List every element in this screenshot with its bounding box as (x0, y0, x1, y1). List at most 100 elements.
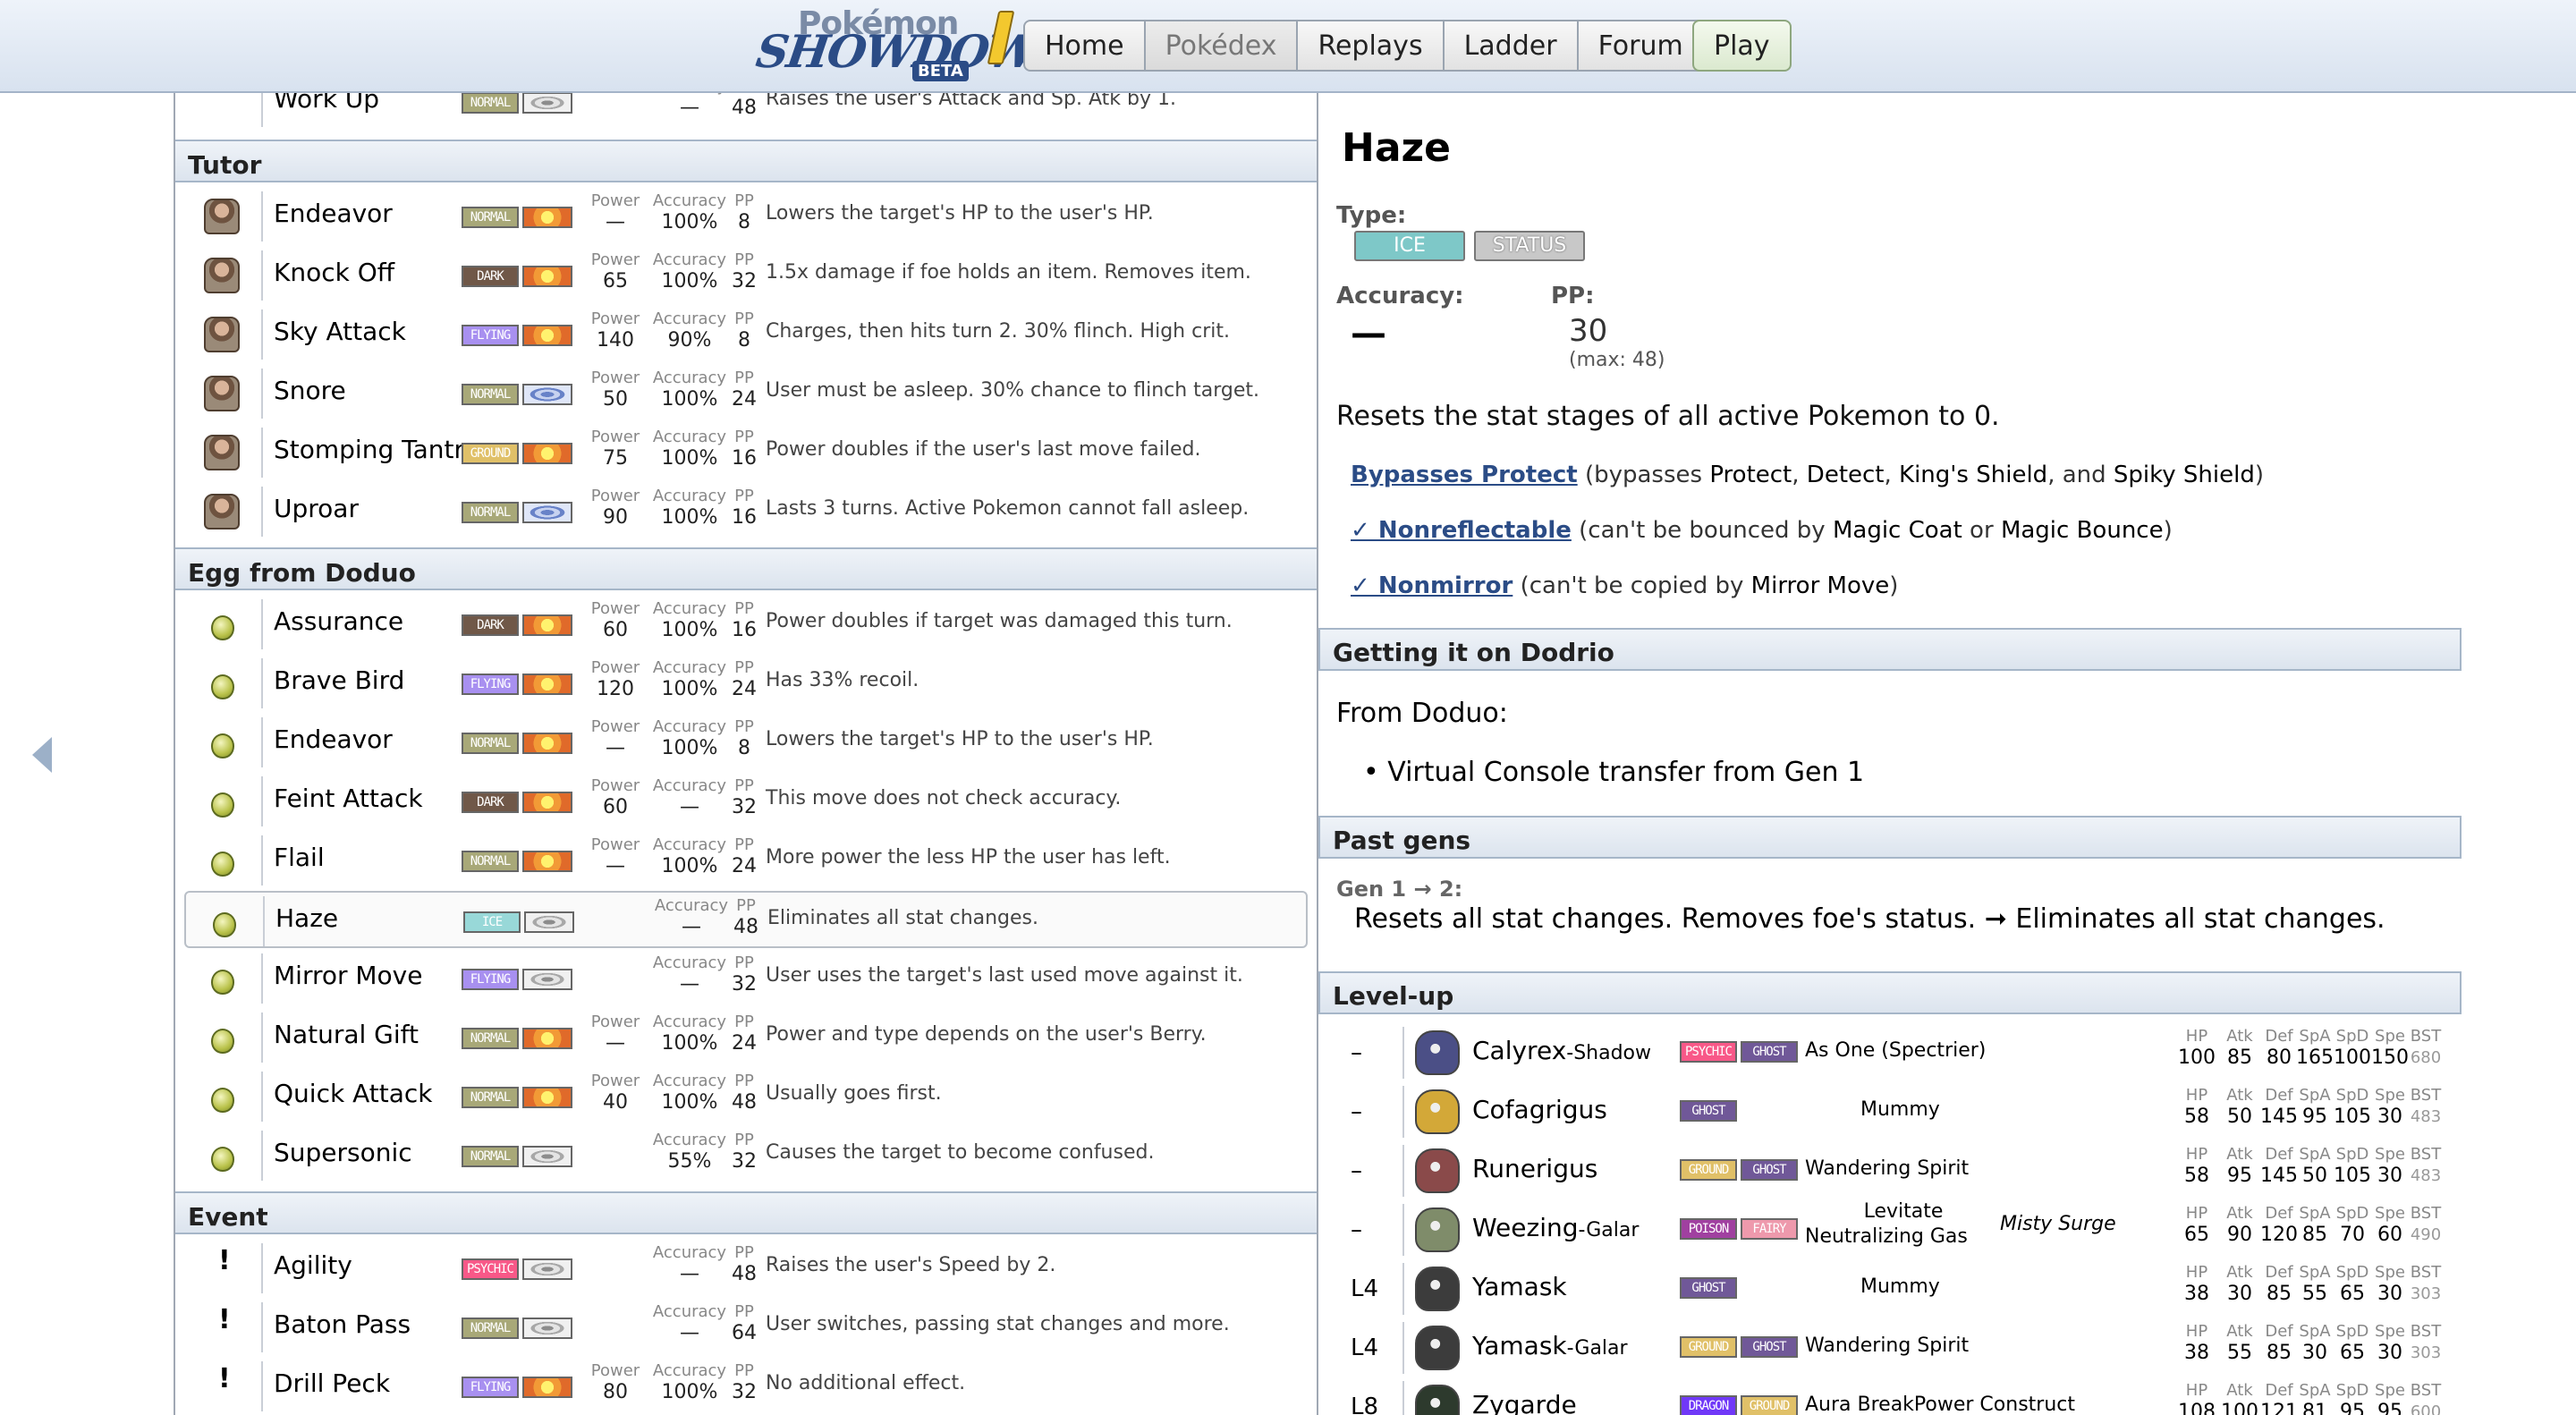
pokemon-name[interactable]: Yamask-Galar (1472, 1331, 1628, 1360)
power-column: Power — (589, 717, 642, 760)
pokemon-name[interactable]: Cofagrigus (1472, 1095, 1607, 1124)
move-row-work-up[interactable]: Work Up NORMAL Accuracy—PP48 Raises the use… (184, 93, 1308, 131)
showdown-logo[interactable]: Pokémon SHOWDOWN BETA (753, 5, 1079, 86)
move-name[interactable]: Knock Off (274, 258, 394, 287)
stat-label: SpD (2335, 1263, 2369, 1282)
stat-label: Def (2265, 1027, 2293, 1046)
type-badge: NORMAL (462, 93, 519, 114)
move-row-quick-attack[interactable]: Quick Attack NORMAL Power 40 Accuracy 100% PP 4… (184, 1068, 1308, 1125)
stat-hp: HP 100 (2177, 1027, 2216, 1070)
ability: Wandering Spirit (1805, 1157, 1970, 1180)
move-row-haze[interactable]: Haze ICE Accuracy — PP 48 Eliminates all stat … (184, 891, 1308, 948)
move-row-brave-bird[interactable]: Brave Bird FLYING Power 120 Accuracy 100% PP 24… (184, 655, 1308, 712)
pokemon-row-weezing-galar[interactable]: – Weezing-Galar POISON FAIRY Levitate Neutral… (1336, 1200, 2463, 1259)
stat-label: Atk (2226, 1145, 2253, 1164)
move-row-baton-pass[interactable]: ! Baton Pass NORMAL Accuracy — PP 64 User switc… (184, 1299, 1308, 1356)
stat-value: 80 (2267, 1046, 2292, 1069)
move-name[interactable]: Supersonic (274, 1138, 412, 1167)
move-name[interactable]: Uproar (274, 494, 359, 523)
pp-value: 32 (732, 1150, 757, 1173)
power-label: Power (590, 369, 640, 387)
move-name[interactable]: Haze (275, 903, 338, 933)
stat-spd: SpD 65 (2333, 1263, 2372, 1306)
move-name[interactable]: Quick Attack (274, 1079, 432, 1108)
nav-replays[interactable]: Replays (1296, 20, 1445, 72)
accuracy-column: Accuracy 100% (649, 1361, 730, 1404)
move-name[interactable]: Brave Bird (274, 665, 404, 695)
move-row-endeavor[interactable]: Endeavor NORMAL Power — Accuracy 100% PP 8 Lower… (184, 714, 1308, 771)
move-row-uproar[interactable]: Uproar NORMAL Power 90 Accuracy 100% PP 16 Lasts… (184, 483, 1308, 540)
move-row-stomping-tantrum[interactable]: Stomping Tantrum GROUND Power 75 Accuracy 100… (184, 424, 1308, 481)
move-row-snore[interactable]: Snore NORMAL Power 50 Accuracy 100% PP 24 User m… (184, 365, 1308, 422)
type-badge: NORMAL (462, 1028, 519, 1049)
move-name[interactable]: Endeavor (274, 199, 393, 228)
pokemon-row-calyrex-shadow[interactable]: – Calyrex-Shadow PSYCHIC GHOST As One (Spect… (1336, 1023, 2463, 1082)
pokemon-row-cofagrigus[interactable]: – Cofagrigus GHOST Mummy HP 58 Atk 50 Def 145 SpA 9… (1336, 1082, 2463, 1141)
move-name[interactable]: Snore (274, 376, 346, 405)
move-name[interactable]: Agility (274, 1250, 352, 1280)
pokemon-row-runerigus[interactable]: – Runerigus GROUND GHOST Wandering Spirit HP 5… (1336, 1141, 2463, 1200)
type-badge-ice[interactable]: ICE (1354, 231, 1465, 261)
pokemon-name[interactable]: Zygarde (1472, 1390, 1577, 1415)
move-row-natural-gift[interactable]: Natural Gift NORMAL Power — Accuracy 100% PP 24… (184, 1009, 1308, 1066)
move-name[interactable]: Mirror Move (274, 961, 422, 990)
move-name[interactable]: Work Up (274, 93, 379, 114)
hidden-ability: Misty Surge (2000, 1213, 2116, 1235)
move-row-mirror-move[interactable]: Mirror Move FLYING Accuracy — PP 32 User uses … (184, 950, 1308, 1007)
move-row-drill-peck[interactable]: ! Drill Peck FLYING Power 80 Accuracy 100% PP 32… (184, 1358, 1308, 1415)
stat-spe: Spe 150 (2370, 1027, 2410, 1070)
pp-column: PP 32 (728, 1361, 760, 1404)
pokemon-row-yamask[interactable]: L4 Yamask GHOST Mummy HP 38 Atk 30 Def 85 SpA 55 SpD… (1336, 1259, 2463, 1318)
move-name[interactable]: Drill Peck (274, 1368, 390, 1398)
pp-value: 24 (732, 855, 757, 877)
move-row-feint-attack[interactable]: Feint Attack DARK Power 60 Accuracy — PP 32 This… (184, 773, 1308, 830)
stat-label: HP (2185, 1322, 2208, 1341)
stat-hp: HP 58 (2177, 1086, 2216, 1129)
pokemon-row-zygarde[interactable]: L8 Zygarde DRAGON GROUND Aura BreakPower Con… (1336, 1377, 2463, 1415)
move-row-agility[interactable]: ! Agility PSYCHIC Accuracy — PP 48 Raises the u… (184, 1240, 1308, 1297)
pokemon-name[interactable]: Weezing-Galar (1472, 1213, 1639, 1242)
nav-forum[interactable]: Forum (1576, 20, 1705, 72)
move-row-assurance[interactable]: Assurance DARK Power 60 Accuracy 100% PP 16 Powe… (184, 596, 1308, 653)
move-row-sky-attack[interactable]: Sky Attack FLYING Power 140 Accuracy 90% PP 8 Ch… (184, 306, 1308, 363)
move-name[interactable]: Baton Pass (274, 1309, 411, 1339)
pp-value: 64 (732, 1322, 757, 1344)
move-row-knock-off[interactable]: Knock Off DARK Power 65 Accuracy 100% PP 32 1.5x… (184, 247, 1308, 304)
stat-spe: Spe 60 (2370, 1204, 2410, 1247)
move-name[interactable]: Flail (274, 843, 325, 872)
flag-link-nonreflectable[interactable]: ✓ Nonreflectable (1351, 517, 1572, 544)
play-button[interactable]: Play (1692, 20, 1792, 72)
section-header-level-up: Level-up (1318, 971, 2462, 1014)
move-name[interactable]: Endeavor (274, 724, 393, 754)
pokemon-name[interactable]: Runerigus (1472, 1154, 1597, 1183)
nav-ladder[interactable]: Ladder (1442, 20, 1579, 72)
flag-link-bypasses-protect[interactable]: Bypasses Protect (1351, 462, 1578, 488)
stat-label: SpD (2335, 1027, 2369, 1046)
accuracy-column: Accuracy— (649, 1302, 730, 1345)
nav-home[interactable]: Home (1023, 20, 1146, 72)
type-badge: GROUND (1680, 1159, 1737, 1181)
move-name[interactable]: Natural Gift (274, 1020, 419, 1049)
back-arrow-icon[interactable] (32, 737, 52, 773)
pokemon-name[interactable]: Yamask (1472, 1272, 1567, 1301)
pokemon-name[interactable]: Calyrex-Shadow (1472, 1036, 1651, 1065)
move-row-flail[interactable]: Flail NORMAL Power — Accuracy 100% PP 24 More po… (184, 832, 1308, 889)
stat-value: 55 (2302, 1283, 2327, 1305)
move-name[interactable]: Feint Attack (274, 784, 423, 813)
move-row-supersonic[interactable]: Supersonic NORMAL Accuracy 55% PP 32 Causes th… (184, 1127, 1308, 1184)
nav-pokedex[interactable]: Pokédex (1143, 20, 1299, 72)
stat-atk: Atk 100 (2220, 1381, 2259, 1415)
move-row-endeavor[interactable]: Endeavor NORMAL Power — Accuracy 100% PP 8 Lower… (184, 188, 1308, 245)
stat-spe: Spe 95 (2370, 1381, 2410, 1415)
pp-value: 48 (733, 916, 758, 938)
accuracy-value: 100% (661, 855, 718, 877)
move-name[interactable]: Sky Attack (274, 317, 406, 346)
pp-value: 30 (1569, 313, 1608, 349)
flag-link-nonmirror[interactable]: ✓ Nonmirror (1351, 572, 1513, 599)
category-badge-status[interactable]: STATUS (1474, 231, 1585, 261)
move-desc: 1.5x damage if foe holds an item. Remove… (766, 261, 1251, 284)
power-label: Power (590, 599, 640, 618)
type-badge: GHOST (1741, 1159, 1798, 1181)
pokemon-row-yamask-galar[interactable]: L4 Yamask-Galar GROUND GHOST Wandering Spiri… (1336, 1318, 2463, 1377)
move-name[interactable]: Assurance (274, 606, 403, 636)
